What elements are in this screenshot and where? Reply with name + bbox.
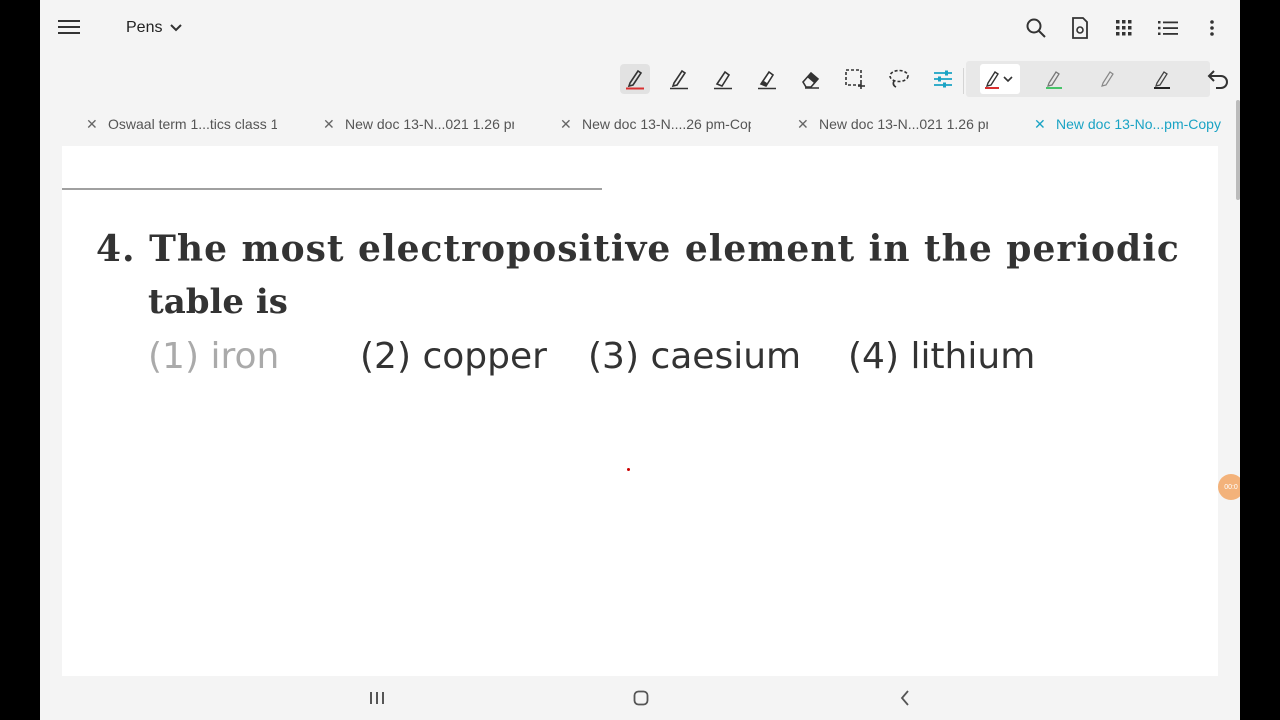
question-text-continued: table is (148, 282, 288, 322)
grid-icon[interactable] (1112, 16, 1136, 40)
marker-tool-icon[interactable] (752, 64, 782, 94)
recording-timer[interactable]: 00:0 (1218, 474, 1240, 500)
search-icon[interactable] (1024, 16, 1048, 40)
tab-close-icon[interactable]: ✕ (560, 116, 572, 133)
tab-new-doc-1[interactable]: ✕ New doc 13-N...021 1.26 pm (277, 104, 514, 144)
tool-settings-icon[interactable] (928, 64, 958, 94)
tab-new-doc-copy-1[interactable]: ✕ New doc 13-No...pm-Copy (1) (988, 104, 1225, 144)
pen-tool-icon[interactable] (620, 64, 650, 94)
menu-icon[interactable] (58, 17, 80, 39)
document-settings-icon[interactable] (1068, 16, 1092, 40)
tab-label: New doc 13-N...021 1.26 pm (819, 116, 988, 132)
option-3: (3) caesium (588, 336, 802, 377)
recent-apps-icon[interactable] (367, 688, 387, 708)
list-icon[interactable] (1156, 16, 1180, 40)
pen-toolbar (40, 58, 1240, 102)
app-screen: Pens ✕ Oswaal term 1...tics class 12 ✕ N… (40, 0, 1240, 720)
more-options-icon[interactable] (1200, 16, 1224, 40)
chevron-down-icon (170, 24, 183, 32)
tab-new-doc-copy[interactable]: ✕ New doc 13-N....26 pm-Copy (514, 104, 751, 144)
question-text: 4. The most electropositive element in t… (96, 228, 1180, 270)
tab-close-icon[interactable]: ✕ (86, 116, 98, 133)
scrollbar[interactable] (1236, 100, 1240, 200)
toolbar-divider (963, 68, 964, 94)
tab-close-icon[interactable]: ✕ (323, 116, 335, 133)
tab-label: Oswaal term 1...tics class 12 (108, 116, 277, 132)
pens-dropdown[interactable]: Pens (126, 19, 183, 37)
option-4: (4) lithium (848, 336, 1036, 377)
favorite-pens (966, 61, 1210, 97)
scanned-divider-line (62, 188, 602, 190)
ink-dot (627, 468, 630, 471)
option-2: (2) copper (360, 336, 547, 377)
favorite-pen-black[interactable] (1142, 64, 1182, 94)
selection-tool-icon[interactable] (840, 64, 870, 94)
lasso-tool-icon[interactable] (884, 64, 914, 94)
favorite-pen-green[interactable] (1034, 64, 1074, 94)
document-page[interactable]: 4. The most electropositive element in t… (62, 146, 1218, 676)
top-bar: Pens (40, 0, 1240, 58)
tab-close-icon[interactable]: ✕ (1034, 116, 1046, 133)
pen-tool-2-icon[interactable] (664, 64, 694, 94)
back-icon[interactable] (895, 688, 915, 708)
tab-close-icon[interactable]: ✕ (797, 116, 809, 133)
eraser-icon[interactable] (796, 64, 826, 94)
tab-label: New doc 13-No...pm-Copy (1) (1056, 116, 1225, 132)
tab-label: New doc 13-N...021 1.26 pm (345, 116, 514, 132)
system-nav-bar (40, 676, 1240, 720)
tab-label: New doc 13-N....26 pm-Copy (582, 116, 751, 132)
home-icon[interactable] (631, 688, 651, 708)
toolbar-mode-label: Pens (126, 19, 163, 36)
highlighter-tool-icon[interactable] (708, 64, 738, 94)
option-1: (1) iron (148, 336, 280, 377)
favorite-pencil[interactable] (1088, 64, 1128, 94)
document-tabs: ✕ Oswaal term 1...tics class 12 ✕ New do… (40, 104, 1240, 144)
favorite-pen-red[interactable] (980, 64, 1020, 94)
timer-label: 00:0 (1224, 483, 1238, 491)
tab-new-doc-2[interactable]: ✕ New doc 13-N...021 1.26 pm (751, 104, 988, 144)
undo-icon[interactable] (1206, 68, 1232, 94)
tab-oswaal-term-1[interactable]: ✕ Oswaal term 1...tics class 12 (40, 104, 277, 144)
